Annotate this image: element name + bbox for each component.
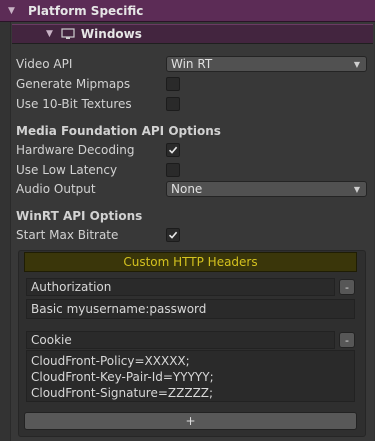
low-latency-checkbox[interactable] <box>166 163 180 177</box>
start-max-bitrate-row: Start Max Bitrate <box>16 226 118 244</box>
winrt-heading: WinRT API Options <box>16 209 143 223</box>
generate-mipmaps-checkbox[interactable] <box>166 77 180 91</box>
generate-mipmaps-label: Generate Mipmaps <box>16 77 131 91</box>
header-name-field[interactable]: Authorization <box>26 278 335 296</box>
remove-header-button[interactable]: - <box>339 279 355 295</box>
dropdown-arrow-icon: ▼ <box>353 59 360 69</box>
header-value-textarea[interactable]: CloudFront-Policy=XXXXX; CloudFront-Key-… <box>26 350 355 402</box>
audio-output-dropdown[interactable]: None ▼ <box>166 181 367 197</box>
collapse-triangle-icon[interactable]: ▼ <box>8 6 18 16</box>
video-api-dropdown[interactable]: Win RT ▼ <box>166 56 367 72</box>
start-max-bitrate-label: Start Max Bitrate <box>16 228 119 242</box>
use-10bit-label: Use 10-Bit Textures <box>16 97 132 111</box>
hardware-decoding-checkbox[interactable] <box>166 143 180 157</box>
header-value-line: CloudFront-Policy=XXXXX; <box>31 354 190 368</box>
windows-label: Windows <box>80 27 142 41</box>
remove-header-button[interactable]: - <box>339 332 355 348</box>
audio-output-row: Audio Output <box>16 180 96 198</box>
media-foundation-heading: Media Foundation API Options <box>16 124 221 138</box>
audio-output-value: None <box>171 182 203 196</box>
video-api-label: Video API <box>16 57 73 71</box>
low-latency-row: Use Low Latency <box>16 161 117 179</box>
header-value-line: CloudFront-Key-Pair-Id=YYYYY; <box>31 370 214 384</box>
header-value-line: CloudFront-Signature=ZZZZZ; <box>31 386 214 400</box>
windows-header[interactable]: ▼ Windows <box>12 24 373 44</box>
header-value-field[interactable]: Basic myusername:password <box>26 299 355 319</box>
generate-mipmaps-row: Generate Mipmaps <box>16 75 130 93</box>
low-latency-label: Use Low Latency <box>16 163 118 177</box>
platform-specific-header[interactable]: ▼ Platform Specific <box>0 0 375 22</box>
hardware-decoding-label: Hardware Decoding <box>16 143 135 157</box>
hardware-decoding-row: Hardware Decoding <box>16 141 135 159</box>
checkmark-icon <box>168 146 178 154</box>
header-name-field[interactable]: Cookie <box>26 331 335 349</box>
add-header-button[interactable]: + <box>24 412 357 430</box>
platform-specific-label: Platform Specific <box>28 3 144 18</box>
start-max-bitrate-checkbox[interactable] <box>166 228 180 242</box>
collapse-triangle-icon[interactable]: ▼ <box>46 29 53 39</box>
audio-output-label: Audio Output <box>16 182 96 196</box>
video-api-row: Video API <box>16 55 72 73</box>
use-10bit-row: Use 10-Bit Textures <box>16 95 132 113</box>
dropdown-arrow-icon: ▼ <box>353 184 360 194</box>
video-api-value: Win RT <box>171 57 213 71</box>
checkmark-icon <box>168 231 178 239</box>
custom-headers-title: Custom HTTP Headers <box>24 252 357 272</box>
use-10bit-checkbox[interactable] <box>166 97 180 111</box>
monitor-icon <box>61 28 75 40</box>
